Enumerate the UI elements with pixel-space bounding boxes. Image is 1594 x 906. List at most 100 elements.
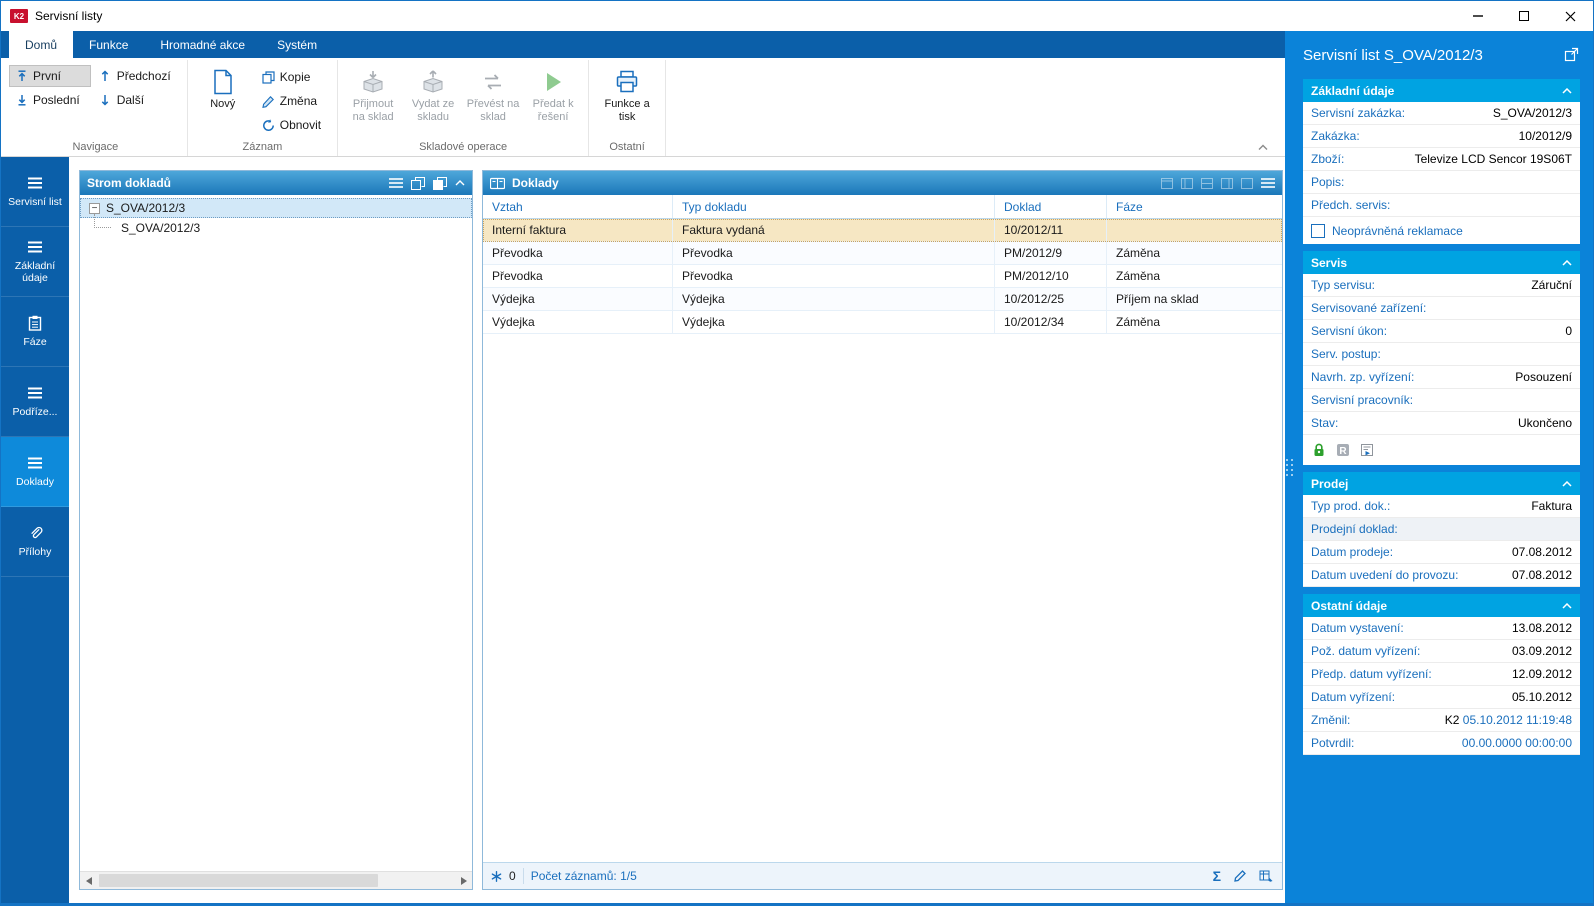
detail-field[interactable]: Typ prod. dok.: Faktura (1303, 495, 1580, 518)
scrollbar-track[interactable] (97, 872, 455, 889)
tab-domu[interactable]: Domů (9, 31, 74, 58)
functions-print-button[interactable]: Funkce a tisk (594, 63, 660, 139)
tree-node-1[interactable]: S_OVA/2012/3 (80, 214, 472, 238)
detail-field[interactable]: Serv. postup: (1303, 343, 1580, 366)
layout-icon[interactable] (1201, 177, 1213, 189)
menu-icon[interactable] (389, 177, 403, 189)
column-header-1[interactable]: Typ dokladu (673, 195, 995, 218)
detail-field[interactable]: Typ servisu: Záruční (1303, 274, 1580, 297)
detail-field[interactable]: Servisované zařízení: (1303, 297, 1580, 320)
column-header-0[interactable]: Vztah (483, 195, 673, 218)
tab-funkce[interactable]: Funkce (73, 31, 144, 58)
claim-checkbox-row: Neoprávněná reklamace (1303, 217, 1580, 244)
protocol-icon[interactable] (1358, 442, 1375, 459)
scroll-right-icon[interactable] (455, 872, 472, 889)
field-label: Servisované zařízení: (1311, 301, 1427, 315)
edit-record-icon[interactable] (1233, 869, 1247, 883)
copy-button[interactable]: Kopie (256, 66, 332, 88)
detail-field[interactable]: Datum vystavení: 13.08.2012 (1303, 617, 1580, 640)
svg-text:R: R (1339, 446, 1347, 457)
submit-for-resolution-button[interactable]: Předat k řešení (523, 63, 583, 139)
detail-field[interactable]: Potvrdil: 00.00.0000 00:00:00 (1303, 732, 1580, 755)
change-button[interactable]: Změna (256, 90, 332, 112)
lock-icon[interactable] (1310, 442, 1327, 459)
detail-field[interactable]: Popis: (1303, 171, 1580, 194)
cascade-windows-icon[interactable] (411, 176, 425, 190)
detail-field[interactable]: Pož. datum vyřízení: 03.09.2012 (1303, 640, 1580, 663)
collapse-panel-icon[interactable] (455, 180, 465, 186)
detail-field[interactable]: Předp. datum vyřízení: 12.09.2012 (1303, 663, 1580, 686)
receive-to-stock-button[interactable]: Přijmout na sklad (343, 63, 403, 139)
r-badge-icon[interactable]: R (1334, 442, 1351, 459)
detail-field[interactable]: Předch. servis: (1303, 194, 1580, 217)
new-button[interactable]: Nový (193, 63, 253, 139)
layout-icon[interactable] (1161, 177, 1173, 189)
sidebar-item-2[interactable]: Fáze (1, 297, 69, 367)
issue-from-stock-button[interactable]: Vydat ze skladu (403, 63, 463, 139)
detail-field[interactable]: Datum vyřízení: 05.10.2012 (1303, 686, 1580, 709)
layout-icon[interactable] (1241, 177, 1253, 189)
close-button[interactable] (1547, 1, 1593, 31)
section-header[interactable]: Servis (1303, 251, 1580, 274)
detail-field[interactable]: Zakázka: 10/2012/9 (1303, 125, 1580, 148)
detail-field[interactable]: Datum uvedení do provozu: 07.08.2012 (1303, 564, 1580, 587)
tab-hromadne-akce[interactable]: Hromadné akce (144, 31, 261, 58)
chevron-up-icon[interactable] (1562, 602, 1572, 609)
sidebar-item-1[interactable]: Základní údaje (1, 227, 69, 297)
previous-button[interactable]: Předchozí (93, 65, 182, 87)
column-header-2[interactable]: Doklad (995, 195, 1107, 218)
issue-box-icon (420, 69, 446, 95)
maximize-button[interactable] (1501, 1, 1547, 31)
detail-field[interactable]: Změnil: K2 05.10.2012 11:19:48 (1303, 709, 1580, 732)
table-row-0[interactable]: Interní faktura Faktura vydaná 10/2012/11 (483, 219, 1282, 242)
detail-field[interactable]: Navrh. zp. vyřízení: Posouzení (1303, 366, 1580, 389)
layout-icon[interactable] (1221, 177, 1233, 189)
sum-icon[interactable]: Σ (1213, 868, 1221, 884)
tree-node-0[interactable]: − S_OVA/2012/3 (80, 198, 472, 218)
refresh-condition-icon[interactable] (491, 870, 502, 882)
last-button[interactable]: Poslední (9, 89, 91, 111)
detail-field[interactable]: Servisní zakázka: S_OVA/2012/3 (1303, 102, 1580, 125)
detail-field[interactable]: Zboží: Televize LCD Sencor 19S06T (1303, 148, 1580, 171)
tree-horizontal-scrollbar[interactable] (80, 871, 472, 889)
section-header[interactable]: Prodej (1303, 472, 1580, 495)
scroll-left-icon[interactable] (80, 872, 97, 889)
section-header[interactable]: Základní údaje (1303, 79, 1580, 102)
chevron-up-icon[interactable] (1562, 259, 1572, 266)
first-button[interactable]: První (9, 65, 91, 87)
panel-splitter[interactable] (1285, 31, 1294, 903)
chevron-up-icon[interactable] (1562, 480, 1572, 487)
chevron-up-icon[interactable] (1562, 87, 1572, 94)
detail-field[interactable]: Servisní úkon: 0 (1303, 320, 1580, 343)
detail-field[interactable]: Stav: Ukončeno (1303, 412, 1580, 435)
sidebar-item-3[interactable]: Podříze... (1, 367, 69, 437)
edit-table-icon[interactable] (1259, 869, 1274, 883)
section-header[interactable]: Ostatní údaje (1303, 594, 1580, 617)
sidebar-item-0[interactable]: Servisní list (1, 157, 69, 227)
table-row-4[interactable]: Výdejka Výdejka 10/2012/34 Záměna (483, 311, 1282, 334)
open-in-window-icon[interactable] (1564, 47, 1580, 63)
layout-icon[interactable] (1181, 177, 1193, 189)
detail-field[interactable]: Datum prodeje: 07.08.2012 (1303, 541, 1580, 564)
column-header-3[interactable]: Fáze (1107, 195, 1282, 218)
table-row-3[interactable]: Výdejka Výdejka 10/2012/25 Příjem na sklad (483, 288, 1282, 311)
menu-icon[interactable] (1261, 177, 1275, 189)
detail-field[interactable]: Servisní pracovník: (1303, 389, 1580, 412)
detail-field[interactable]: Prodejní doklad: (1303, 518, 1580, 541)
table-cell: Záměna (1116, 246, 1161, 260)
minimize-button[interactable] (1455, 1, 1501, 31)
transfer-to-stock-button[interactable]: Převést na sklad (463, 63, 523, 139)
table-row-2[interactable]: Převodka Převodka PM/2012/10 Záměna (483, 265, 1282, 288)
scrollbar-thumb[interactable] (99, 874, 379, 887)
next-button[interactable]: Další (93, 89, 182, 111)
new-window-icon[interactable] (433, 176, 447, 190)
refresh-button[interactable]: Obnovit (256, 114, 332, 136)
sidebar-item-5[interactable]: Přílohy (1, 507, 69, 577)
collapse-ribbon-icon[interactable] (1257, 144, 1269, 151)
sidebar-item-4[interactable]: Doklady (1, 437, 69, 507)
tree-expander-icon[interactable]: − (89, 202, 100, 214)
ribbon: První Předchozí Poslední Další Navigace … (1, 58, 1285, 157)
tab-system[interactable]: Systém (261, 31, 333, 58)
checkbox-icon[interactable] (1311, 223, 1325, 238)
table-row-1[interactable]: Převodka Převodka PM/2012/9 Záměna (483, 242, 1282, 265)
